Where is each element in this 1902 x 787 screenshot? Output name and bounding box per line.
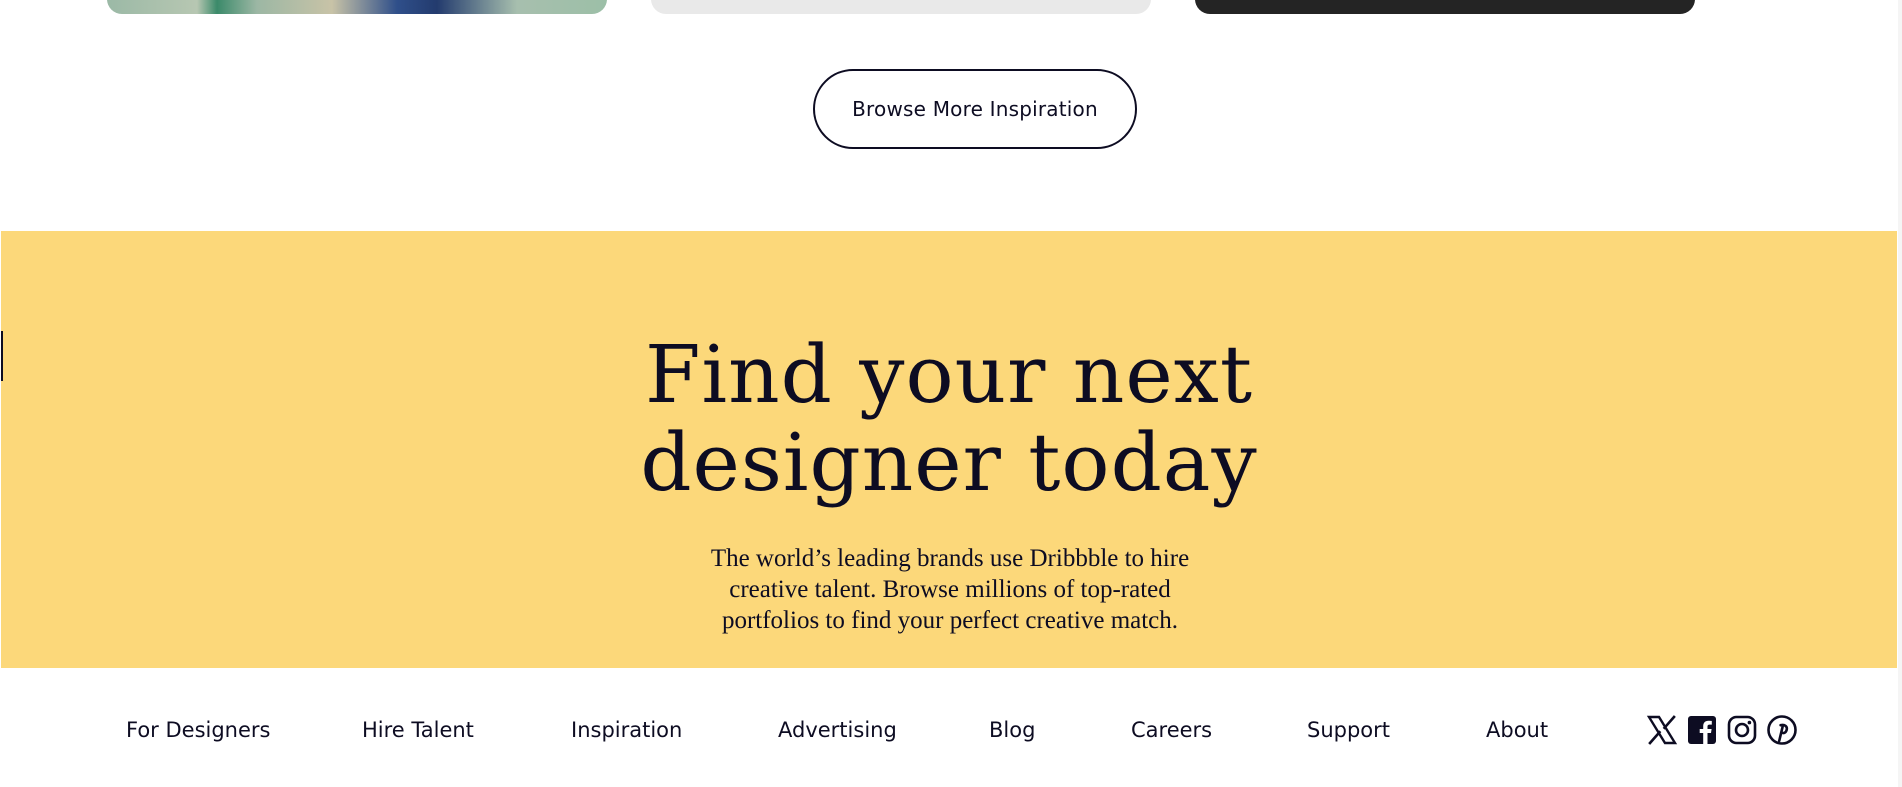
inspiration-cards-row	[107, 0, 1695, 14]
footer-link-for-designers[interactable]: For Designers	[126, 718, 271, 742]
inspiration-card-image[interactable]	[651, 0, 1151, 14]
hire-cta-section: Find your next designer today The world’…	[1, 231, 1897, 668]
hero-subtitle-line: creative talent. Browse millions of top-…	[729, 576, 1171, 603]
browse-more-inspiration-button[interactable]: Browse More Inspiration	[813, 69, 1137, 149]
footer-link-inspiration[interactable]: Inspiration	[571, 718, 682, 742]
hero-title: Find your next designer today	[1, 331, 1897, 507]
pinterest-icon[interactable]	[1766, 714, 1798, 746]
hero-subtitle-line: portfolios to find your perfect creative…	[721, 607, 1179, 634]
hero-title-line: Find your next	[645, 328, 1253, 421]
inspiration-card-image[interactable]	[1195, 0, 1695, 14]
facebook-icon[interactable]	[1686, 714, 1718, 746]
site-footer: For Designers Hire Talent Inspiration Ad…	[0, 668, 1902, 787]
footer-link-support[interactable]: Support	[1307, 718, 1390, 742]
footer-link-about[interactable]: About	[1486, 718, 1548, 742]
hero-title-line: designer today	[640, 416, 1258, 509]
hero-subtitle: The world’s leading brands use Dribbble …	[655, 543, 1245, 636]
footer-link-hire-talent[interactable]: Hire Talent	[362, 718, 474, 742]
footer-link-advertising[interactable]: Advertising	[778, 718, 897, 742]
instagram-icon[interactable]	[1726, 714, 1758, 746]
scrollbar-track[interactable]	[1898, 0, 1902, 787]
hero-subtitle-line: The world’s leading brands use Dribbble …	[710, 545, 1190, 572]
x-icon[interactable]	[1646, 714, 1678, 746]
footer-link-careers[interactable]: Careers	[1131, 718, 1212, 742]
inspiration-card-image[interactable]	[107, 0, 607, 14]
footer-link-blog[interactable]: Blog	[989, 718, 1035, 742]
